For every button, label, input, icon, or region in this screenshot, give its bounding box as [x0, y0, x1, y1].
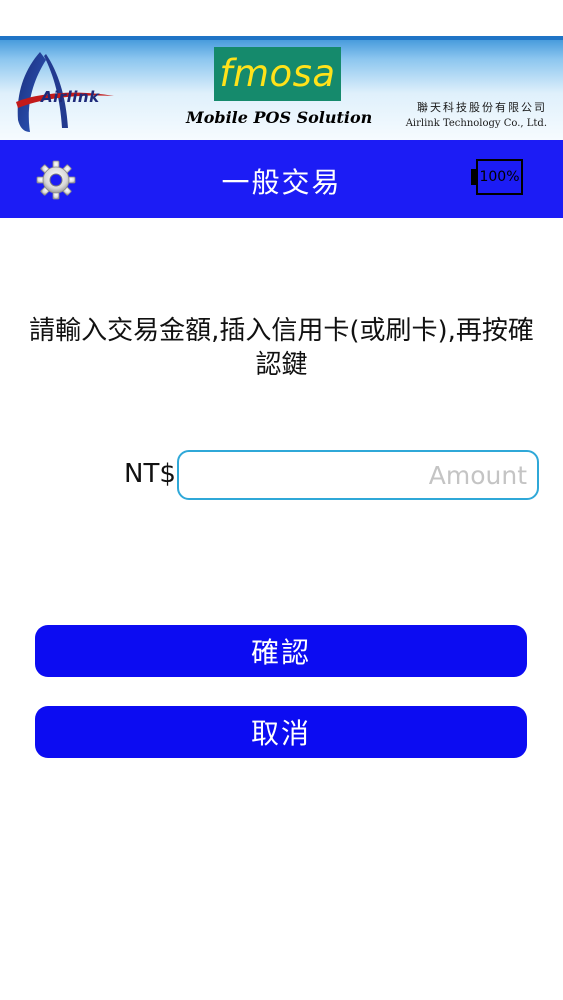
app-screen: Airlink fmosa Mobile POS Solution 聯天科技股份… [0, 0, 563, 1000]
amount-input[interactable] [177, 450, 539, 500]
battery-indicator: 100% [471, 159, 527, 199]
app-banner: Airlink fmosa Mobile POS Solution 聯天科技股份… [0, 36, 563, 140]
brand-name: fmosa [219, 51, 336, 95]
banner-accent-line [0, 36, 563, 40]
status-bar [0, 0, 563, 36]
company-name-chinese: 聯天科技股份有限公司 [417, 101, 547, 114]
currency-label: NT$ [124, 459, 176, 489]
confirm-button[interactable]: 確認 [35, 625, 527, 677]
instruction-text: 請輸入交易金額,插入信用卡(或刷卡),再按確認鍵 [29, 316, 534, 380]
cancel-button[interactable]: 取消 [35, 706, 527, 758]
brand-tagline: Mobile POS Solution [186, 108, 373, 127]
navigation-bar: 一般交易 100% [0, 140, 563, 218]
brand-logo: fmosa [214, 47, 341, 101]
airlink-logo-text: Airlink [41, 88, 100, 106]
battery-level-label: 100% [476, 159, 523, 195]
company-name-english: Airlink Technology Co., Ltd. [405, 118, 547, 129]
